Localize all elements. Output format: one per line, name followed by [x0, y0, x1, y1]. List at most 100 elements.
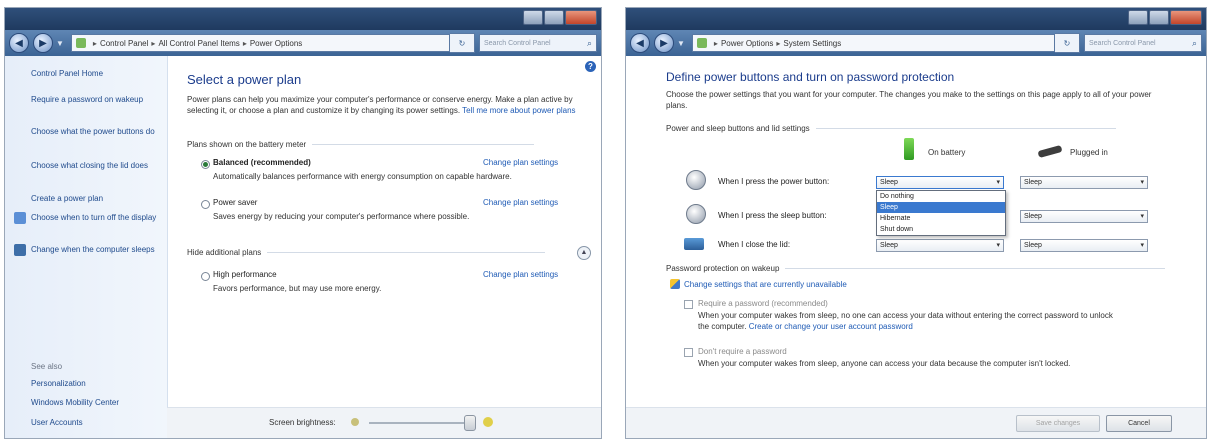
- require-password-radio[interactable]: [684, 300, 693, 309]
- sidebar-item-display-off[interactable]: Choose when to turn off the display: [31, 212, 159, 223]
- breadcrumb-power-options[interactable]: Power Options: [250, 39, 302, 48]
- search-placeholder: Search Control Panel: [1089, 39, 1156, 47]
- dropdown-option-hibernate[interactable]: Hibernate: [877, 213, 1005, 224]
- forward-arrow-icon: ▶: [39, 37, 47, 49]
- plan-high-performance-change-link[interactable]: Change plan settings: [483, 270, 558, 279]
- dropdown-option-shut-down[interactable]: Shut down: [877, 224, 1005, 235]
- refresh-button[interactable]: ↻: [450, 33, 475, 53]
- main-content: ? Select a power plan Power plans can he…: [167, 56, 601, 438]
- breadcrumb-all-items[interactable]: All Control Panel Items: [158, 39, 239, 48]
- back-button[interactable]: ◀: [9, 33, 29, 53]
- change-unavailable-settings-link[interactable]: Change settings that are currently unava…: [684, 279, 847, 290]
- minimize-button[interactable]: [1128, 10, 1148, 25]
- navigation-bar: ◀ ▶ ▼ ▸ Power Options ▸ System Settings …: [626, 30, 1206, 56]
- uac-shield-icon: [670, 279, 680, 289]
- page-title: Select a power plan: [187, 72, 302, 87]
- chevron-up-icon: ▲: [580, 249, 588, 256]
- breadcrumb-power-options[interactable]: Power Options: [721, 39, 773, 48]
- maximize-button[interactable]: [544, 10, 564, 25]
- address-bar[interactable]: ▸ Power Options ▸ System Settings: [691, 34, 1055, 52]
- title-bar[interactable]: [626, 8, 1206, 30]
- forward-button[interactable]: ▶: [654, 33, 674, 53]
- sidebar-item-power-buttons[interactable]: Choose what the power buttons do: [31, 126, 159, 137]
- close-button[interactable]: [565, 10, 597, 25]
- dim-sun-icon: [351, 418, 359, 426]
- sidebar-item-closing-lid[interactable]: Choose what closing the lid does: [31, 160, 159, 171]
- maximize-button[interactable]: [1149, 10, 1169, 25]
- refresh-icon: ↻: [458, 38, 466, 48]
- brightness-slider-thumb[interactable]: [464, 415, 476, 431]
- sidebar-item-sleep[interactable]: Change when the computer sleeps: [31, 244, 159, 255]
- refresh-button[interactable]: ↻: [1055, 33, 1080, 53]
- plan-power-saver-desc: Saves energy by reducing your computer's…: [213, 212, 470, 221]
- help-icon[interactable]: ?: [585, 61, 596, 72]
- power-plans-link[interactable]: Tell me more about power plans: [462, 106, 575, 115]
- control-panel-icon: [75, 38, 86, 48]
- refresh-icon: ↻: [1063, 38, 1071, 48]
- plan-balanced-change-link[interactable]: Change plan settings: [483, 158, 558, 167]
- sidebar-item-personalization[interactable]: Personalization: [31, 378, 159, 389]
- system-settings-window: ◀ ▶ ▼ ▸ Power Options ▸ System Settings …: [626, 8, 1206, 438]
- create-password-link[interactable]: Create or change your user account passw…: [749, 322, 913, 331]
- close-lid-battery-select[interactable]: Sleep: [876, 239, 1004, 252]
- close-lid-plugged-select[interactable]: Sleep: [1020, 239, 1148, 252]
- search-input[interactable]: Search Control Panel ⌕: [479, 34, 597, 52]
- require-password-label: Require a password (recommended): [698, 299, 828, 308]
- sidebar-item-user-accounts[interactable]: User Accounts: [31, 417, 159, 428]
- forward-arrow-icon: ▶: [660, 37, 668, 49]
- sleep-button-plugged-select[interactable]: Sleep: [1020, 210, 1148, 223]
- row-power-button-label: When I press the power button:: [718, 177, 830, 186]
- main-content: Define power buttons and turn on passwor…: [626, 56, 1206, 438]
- forward-button[interactable]: ▶: [33, 33, 53, 53]
- breadcrumb-system-settings[interactable]: System Settings: [783, 39, 841, 48]
- no-password-label: Don't require a password: [698, 347, 787, 356]
- section-password-wakeup: Password protection on wakeup: [666, 264, 1166, 273]
- sidebar: Control Panel Home Require a password on…: [5, 56, 168, 438]
- save-changes-button[interactable]: Save changes: [1016, 415, 1100, 432]
- no-password-radio[interactable]: [684, 348, 693, 357]
- dropdown-option-do-nothing[interactable]: Do nothing: [877, 191, 1005, 202]
- row-sleep-button-label: When I press the sleep button:: [718, 211, 827, 220]
- window-controls: [1128, 10, 1202, 25]
- column-plugged-in: Plugged in: [1070, 148, 1108, 157]
- close-button[interactable]: [1170, 10, 1202, 25]
- power-button-icon: [686, 170, 706, 190]
- plan-balanced-radio[interactable]: [201, 160, 210, 169]
- control-panel-icon: [696, 38, 707, 48]
- see-also-heading: See also: [31, 362, 63, 371]
- navigation-bar: ◀ ▶ ▼ ▸ Control Panel ▸ All Control Pane…: [5, 30, 601, 56]
- search-input[interactable]: Search Control Panel ⌕: [1084, 34, 1202, 52]
- recent-pages-icon[interactable]: ▼: [56, 39, 64, 48]
- collapse-plans-button[interactable]: ▲: [577, 246, 591, 260]
- brightness-slider-track[interactable]: [369, 422, 473, 424]
- plan-power-saver-change-link[interactable]: Change plan settings: [483, 198, 558, 207]
- back-button[interactable]: ◀: [630, 33, 650, 53]
- sleep-moon-icon: [14, 244, 26, 256]
- power-options-window: ◀ ▶ ▼ ▸ Control Panel ▸ All Control Pane…: [5, 8, 601, 438]
- power-button-battery-select[interactable]: Sleep: [876, 176, 1004, 189]
- address-bar[interactable]: ▸ Control Panel ▸ All Control Panel Item…: [70, 34, 450, 52]
- column-on-battery: On battery: [928, 148, 966, 157]
- plan-high-performance-radio[interactable]: [201, 272, 210, 281]
- minimize-button[interactable]: [523, 10, 543, 25]
- sleep-button-icon: [686, 204, 706, 224]
- cancel-button[interactable]: Cancel: [1106, 415, 1172, 432]
- monitor-icon: [14, 212, 26, 224]
- search-placeholder: Search Control Panel: [484, 39, 551, 47]
- plan-power-saver-name: Power saver: [213, 198, 258, 207]
- sidebar-item-create-plan[interactable]: Create a power plan: [31, 193, 159, 204]
- sidebar-item-mobility-center[interactable]: Windows Mobility Center: [31, 397, 159, 408]
- title-bar[interactable]: [5, 8, 601, 30]
- brightness-label: Screen brightness:: [269, 418, 336, 427]
- power-button-plugged-select[interactable]: Sleep: [1020, 176, 1148, 189]
- sidebar-item-require-password[interactable]: Require a password on wakeup: [31, 94, 159, 105]
- plan-power-saver-radio[interactable]: [201, 200, 210, 209]
- no-password-desc: When your computer wakes from sleep, any…: [698, 359, 1071, 368]
- window-controls: [523, 10, 597, 25]
- sidebar-item-home[interactable]: Control Panel Home: [31, 68, 159, 79]
- breadcrumb-control-panel[interactable]: Control Panel: [100, 39, 148, 48]
- battery-icon: [904, 138, 914, 160]
- dropdown-option-sleep[interactable]: Sleep: [877, 202, 1005, 213]
- back-arrow-icon: ◀: [636, 37, 644, 49]
- recent-pages-icon[interactable]: ▼: [677, 39, 685, 48]
